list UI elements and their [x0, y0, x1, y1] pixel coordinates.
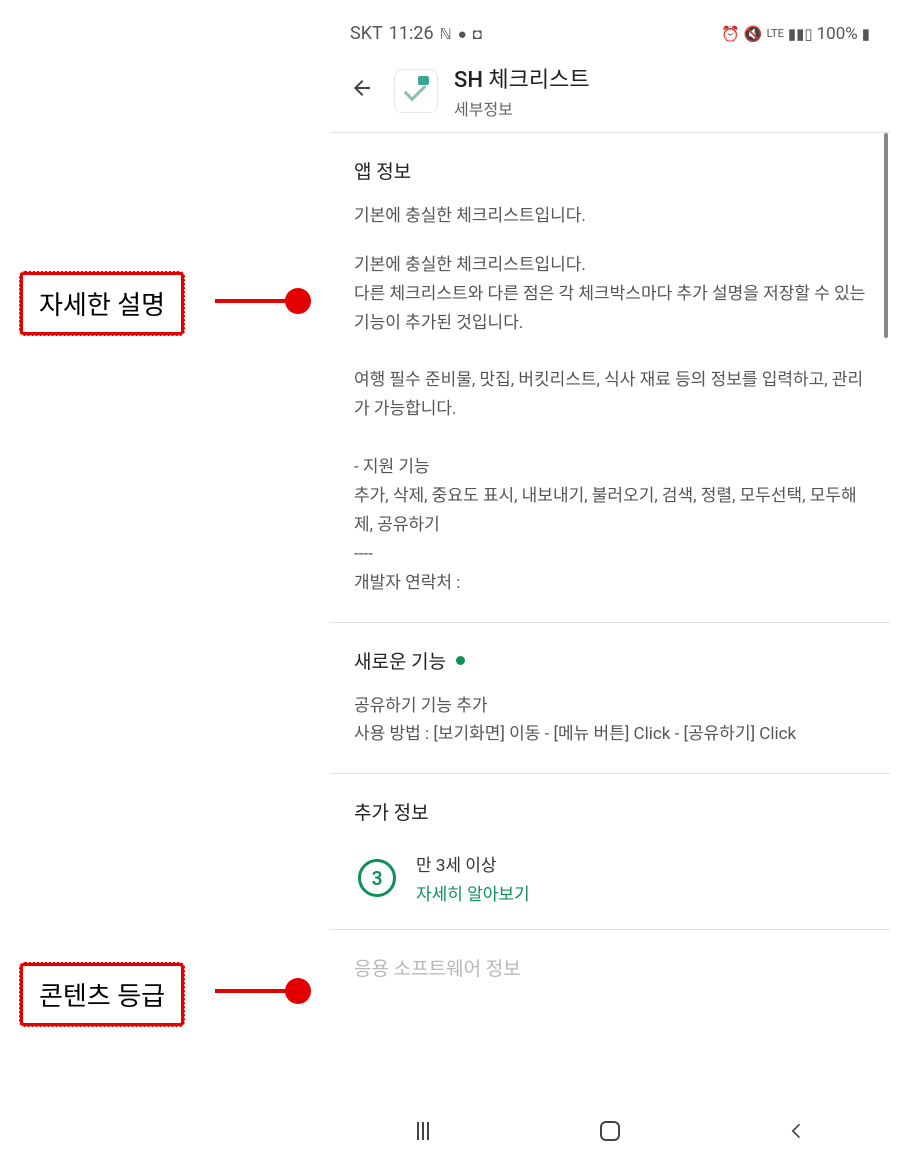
additional-info-title: 추가 정보	[354, 798, 866, 825]
app-title: SH 체크리스트	[454, 62, 590, 94]
app-info-body: 기본에 충실한 체크리스트입니다. 다른 체크리스트와 다른 점은 각 체크박스…	[354, 251, 866, 598]
home-button[interactable]	[585, 1121, 635, 1141]
app-icon	[394, 69, 438, 113]
annotation-rating-dot	[285, 978, 311, 1004]
learn-more-link[interactable]: 자세히 알아보기	[416, 880, 530, 905]
badge-icon	[418, 76, 429, 85]
rating-text-group: 만 3세 이상 자세히 알아보기	[416, 851, 530, 905]
network-type-label: LTE	[767, 28, 784, 39]
app-title-group: SH 체크리스트 세부정보	[454, 62, 590, 120]
app-subtitle: 세부정보	[454, 96, 590, 120]
app-notification-icon: ◘	[473, 25, 482, 43]
content-scroll-area[interactable]: 앱 정보 기본에 충실한 체크리스트입니다. 기본에 충실한 체크리스트입니다.…	[330, 133, 890, 1153]
status-bar: SKT 11:26 ℕ ● ◘ ⏰ 🔇 LTE ▮▮▯ 100% ▮	[330, 15, 890, 52]
back-nav-button[interactable]	[772, 1121, 822, 1141]
alarm-icon: ⏰	[721, 25, 740, 43]
annotation-rating-box: 콘텐츠 등급	[20, 963, 184, 1026]
whats-new-title-text: 새로운 기능	[354, 647, 446, 674]
carrier-label: SKT	[350, 23, 383, 44]
recents-button[interactable]	[398, 1122, 448, 1140]
back-arrow-icon	[350, 76, 374, 100]
annotation-description-label: 자세한 설명	[39, 291, 165, 321]
battery-icon: ▮	[862, 25, 870, 43]
rating-label: 만 3세 이상	[416, 851, 530, 876]
new-indicator-dot-icon	[456, 656, 465, 665]
additional-info-section: 추가 정보 3 만 3세 이상 자세히 알아보기	[330, 774, 890, 930]
annotation-description-box: 자세한 설명	[20, 272, 184, 335]
whats-new-section: 새로운 기능 공유하기 기능 추가 사용 방법 : [보기화면] 이동 - [메…	[330, 623, 890, 775]
mute-icon: 🔇	[744, 25, 763, 43]
whats-new-title: 새로운 기능	[354, 647, 866, 674]
app-info-title: 앱 정보	[354, 157, 866, 184]
scrollbar-thumb[interactable]	[884, 133, 888, 338]
back-button[interactable]	[346, 72, 378, 111]
status-right: ⏰ 🔇 LTE ▮▮▯ 100% ▮	[721, 24, 870, 44]
recents-icon	[417, 1122, 429, 1140]
battery-percent-label: 100%	[817, 24, 858, 44]
rating-number: 3	[372, 867, 383, 890]
whats-new-body: 공유하기 기능 추가 사용 방법 : [보기화면] 이동 - [메뉴 버튼] C…	[354, 692, 866, 750]
rating-badge-icon: 3	[358, 859, 396, 897]
app-info-section: 앱 정보 기본에 충실한 체크리스트입니다. 기본에 충실한 체크리스트입니다.…	[330, 133, 890, 623]
app-info-summary: 기본에 충실한 체크리스트입니다.	[354, 202, 866, 231]
annotation-rating-label: 콘텐츠 등급	[39, 982, 165, 1012]
home-icon	[600, 1121, 620, 1141]
notification-dot-icon: ●	[458, 25, 467, 43]
back-nav-icon	[787, 1121, 807, 1141]
content-rating-row[interactable]: 3 만 3세 이상 자세히 알아보기	[354, 843, 866, 905]
phone-screen: SKT 11:26 ℕ ● ◘ ⏰ 🔇 LTE ▮▮▯ 100% ▮ SH 체크…	[330, 15, 890, 1155]
annotation-description-dot	[285, 288, 311, 314]
next-section-hint: 응용 소프트웨어 정보	[330, 930, 890, 1005]
system-nav-bar	[330, 1107, 890, 1155]
app-header: SH 체크리스트 세부정보	[330, 52, 890, 133]
signal-icon: ▮▮▯	[788, 25, 813, 43]
status-left: SKT 11:26 ℕ ● ◘	[350, 23, 482, 44]
nfc-icon: ℕ	[440, 25, 452, 43]
time-label: 11:26	[389, 23, 434, 44]
